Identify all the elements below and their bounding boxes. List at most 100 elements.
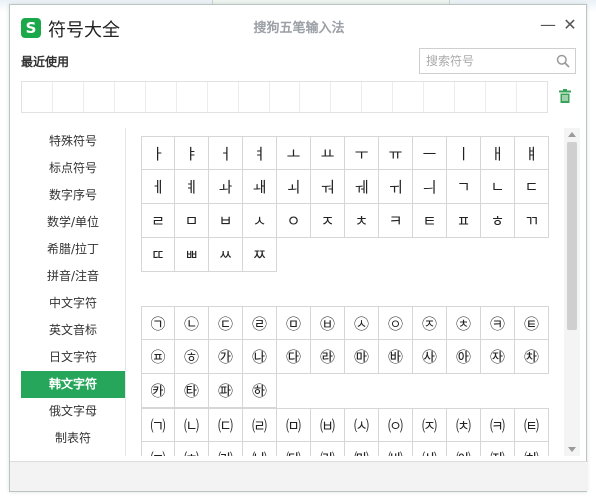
symbol-cell[interactable]: ㅘ <box>209 170 243 204</box>
symbol-cell[interactable]: ㅒ <box>515 136 549 170</box>
recent-symbol-slot[interactable] <box>115 82 146 112</box>
symbol-cell[interactable]: ㅁ <box>175 204 209 238</box>
close-button[interactable]: ✕ <box>561 16 579 34</box>
symbol-cell[interactable]: ㅐ <box>481 136 515 170</box>
symbol-cell[interactable]: ㅃ <box>175 238 209 272</box>
symbol-cell[interactable]: ㈖ <box>481 442 515 456</box>
recent-symbol-slot[interactable] <box>208 82 239 112</box>
symbol-cell[interactable]: ㈕ <box>447 442 481 456</box>
symbol-cell[interactable]: ㅖ <box>175 170 209 204</box>
symbol-cell[interactable]: ㅜ <box>345 136 379 170</box>
symbol-cell[interactable]: ㉰ <box>277 340 311 374</box>
symbol-cell[interactable]: ㉮ <box>209 340 243 374</box>
recent-symbol-slot[interactable] <box>393 82 425 112</box>
sidebar-item[interactable]: 希腊/拉丁 <box>21 236 125 263</box>
sidebar-item[interactable]: 标点符号 <box>21 155 125 182</box>
symbol-cell[interactable]: ㉢ <box>209 306 243 340</box>
symbol-cell[interactable]: ㉵ <box>447 340 481 374</box>
symbol-cell[interactable]: ㉡ <box>175 306 209 340</box>
sidebar-item[interactable]: 中文字符 <box>21 290 125 317</box>
symbol-cell[interactable]: ㄹ <box>141 204 175 238</box>
symbol-cell[interactable]: ㄱ <box>447 170 481 204</box>
symbol-cell[interactable]: ㅑ <box>175 136 209 170</box>
symbol-cell[interactable]: ㅙ <box>243 170 277 204</box>
scroll-down-arrow-icon[interactable] <box>568 447 576 452</box>
trash-icon[interactable] <box>559 89 571 103</box>
recent-symbol-slot[interactable] <box>455 82 487 112</box>
symbol-cell[interactable]: ㉥ <box>311 306 345 340</box>
symbol-cell[interactable]: ㅋ <box>379 204 413 238</box>
symbol-cell[interactable]: ㉣ <box>243 306 277 340</box>
symbol-cell[interactable]: ㈓ <box>379 442 413 456</box>
symbol-cell[interactable]: ㅞ <box>345 170 379 204</box>
symbol-cell[interactable]: ㄴ <box>481 170 515 204</box>
sidebar-item[interactable]: 英文音标 <box>21 317 125 344</box>
symbol-cell[interactable]: ㉹ <box>175 374 209 408</box>
symbol-cell[interactable]: ㅕ <box>243 136 277 170</box>
recent-symbol-slot[interactable] <box>331 82 363 112</box>
symbol-cell[interactable]: ㈐ <box>277 442 311 456</box>
symbol-cell[interactable]: ㄲ <box>515 204 549 238</box>
symbol-cell[interactable]: ㈇ <box>379 408 413 442</box>
minimize-button[interactable]: — <box>539 16 557 34</box>
recent-symbol-slot[interactable] <box>270 82 301 112</box>
recent-symbol-slot[interactable] <box>22 82 53 112</box>
symbol-cell[interactable]: ㅓ <box>209 136 243 170</box>
recent-symbol-slot[interactable] <box>424 82 456 112</box>
symbol-cell[interactable]: ㈏ <box>243 442 277 456</box>
symbol-cell[interactable]: ㉭ <box>175 340 209 374</box>
symbol-cell[interactable]: ㅌ <box>413 204 447 238</box>
symbol-cell[interactable]: ㅚ <box>277 170 311 204</box>
search-input[interactable] <box>420 49 552 73</box>
symbol-cell[interactable]: ㈃ <box>243 408 277 442</box>
symbol-cell[interactable]: ㅢ <box>413 170 447 204</box>
search-box[interactable] <box>419 48 576 74</box>
symbol-cell[interactable]: ㅈ <box>311 204 345 238</box>
search-icon[interactable] <box>556 54 570 68</box>
sidebar-item[interactable]: 日文字符 <box>21 344 125 371</box>
symbol-cell[interactable]: ㄸ <box>141 238 175 272</box>
symbol-cell[interactable]: ㅊ <box>345 204 379 238</box>
symbol-cell[interactable]: ㈊ <box>481 408 515 442</box>
symbol-cell[interactable]: ㉷ <box>515 340 549 374</box>
symbol-cell[interactable]: ㉻ <box>243 374 277 408</box>
recent-symbol-slot[interactable] <box>177 82 208 112</box>
scroll-up-arrow-icon[interactable] <box>568 132 576 137</box>
symbol-cell[interactable]: ㈒ <box>345 442 379 456</box>
symbol-cell[interactable]: ㈍ <box>175 442 209 456</box>
sidebar-item[interactable]: 数字序号 <box>21 182 125 209</box>
symbol-cell[interactable]: ㈅ <box>311 408 345 442</box>
symbol-cell[interactable]: ㅟ <box>379 170 413 204</box>
symbol-cell[interactable]: ㅇ <box>277 204 311 238</box>
symbol-cell[interactable]: ㉴ <box>413 340 447 374</box>
recent-symbol-slot[interactable] <box>53 82 84 112</box>
recent-symbol-slot[interactable] <box>362 82 394 112</box>
symbol-cell[interactable]: ㉺ <box>209 374 243 408</box>
sidebar-item[interactable]: 制表符 <box>21 425 125 452</box>
symbol-cell[interactable]: ㈋ <box>515 408 549 442</box>
symbol-cell[interactable]: ㉧ <box>379 306 413 340</box>
symbol-cell[interactable]: ㈁ <box>175 408 209 442</box>
symbol-cell[interactable]: ㅣ <box>447 136 481 170</box>
symbol-cell[interactable]: ㉠ <box>141 306 175 340</box>
symbol-cell[interactable]: ㉶ <box>481 340 515 374</box>
symbol-cell[interactable]: ㅎ <box>481 204 515 238</box>
symbol-cell[interactable]: ㈌ <box>141 442 175 456</box>
symbol-cell[interactable]: ㅠ <box>379 136 413 170</box>
sidebar-item[interactable]: 拼音/注音 <box>21 263 125 290</box>
symbol-cell[interactable]: ㉳ <box>379 340 413 374</box>
symbol-cell[interactable]: ㉦ <box>345 306 379 340</box>
symbol-cell[interactable]: ㅗ <box>277 136 311 170</box>
symbol-cell[interactable]: ㅏ <box>141 136 175 170</box>
symbol-cell[interactable]: ㉯ <box>243 340 277 374</box>
symbol-cell[interactable]: ㈂ <box>209 408 243 442</box>
symbol-cell[interactable]: ㉲ <box>345 340 379 374</box>
symbol-cell[interactable]: ㉪ <box>481 306 515 340</box>
symbol-cell[interactable]: ㈆ <box>345 408 379 442</box>
symbol-cell[interactable]: ㅍ <box>447 204 481 238</box>
symbol-cell[interactable]: ㈔ <box>413 442 447 456</box>
recent-symbol-slot[interactable] <box>486 82 517 112</box>
symbol-cell[interactable]: ㅔ <box>141 170 175 204</box>
symbol-cell[interactable]: ㈀ <box>141 408 175 442</box>
sidebar-item[interactable]: 俄文字母 <box>21 398 125 425</box>
